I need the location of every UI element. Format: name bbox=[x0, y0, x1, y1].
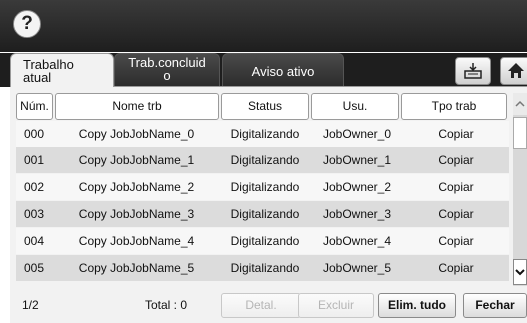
scroll-up-button[interactable] bbox=[513, 93, 527, 115]
cell-user: JobOwner_3 bbox=[322, 207, 392, 221]
table-row[interactable]: 003 Copy JobJobName_3 Digitalizando JobO… bbox=[16, 201, 509, 227]
cell-number: 003 bbox=[24, 207, 45, 221]
cell-status: Digitalizando bbox=[230, 261, 300, 275]
tab-current-jobs[interactable]: Trabalho atual bbox=[10, 53, 114, 87]
cell-user: JobOwner_4 bbox=[322, 234, 392, 248]
home-button[interactable] bbox=[500, 57, 527, 85]
page-indicator: 1/2 bbox=[22, 298, 39, 312]
tab-completed-jobs[interactable]: Trab.concluid o bbox=[114, 53, 220, 87]
detail-button[interactable]: Detal. bbox=[221, 293, 301, 318]
cell-status: Digitalizando bbox=[230, 180, 300, 194]
tab-label-line2: atual bbox=[23, 70, 52, 85]
chevron-down-icon bbox=[515, 269, 525, 276]
column-header-job-type[interactable]: Tpo trab bbox=[401, 93, 507, 120]
cell-number: 005 bbox=[24, 261, 45, 275]
scroll-down-button[interactable] bbox=[513, 259, 527, 285]
tab-label: Aviso ativo bbox=[251, 64, 315, 79]
help-button[interactable]: ? bbox=[13, 10, 41, 38]
cell-job-type: Copiar bbox=[438, 261, 474, 275]
cell-user: JobOwner_5 bbox=[322, 261, 392, 275]
home-icon bbox=[508, 63, 524, 78]
table-row[interactable]: 002 Copy JobJobName_2 Digitalizando JobO… bbox=[16, 174, 509, 200]
cell-job-name: Copy JobJobName_3 bbox=[78, 207, 195, 221]
cell-job-name: Copy JobJobName_5 bbox=[78, 261, 195, 275]
cell-status: Digitalizando bbox=[230, 153, 300, 167]
cell-job-type: Copiar bbox=[438, 153, 474, 167]
cell-number: 002 bbox=[24, 180, 45, 194]
top-bar bbox=[0, 0, 527, 52]
tray-icon bbox=[464, 63, 482, 79]
cell-status: Digitalizando bbox=[230, 207, 300, 221]
delete-all-button[interactable]: Elim. tudo bbox=[378, 293, 456, 318]
cell-job-type: Copiar bbox=[438, 234, 474, 248]
table-row[interactable]: 005 Copy JobJobName_5 Digitalizando JobO… bbox=[16, 255, 509, 281]
cell-job-name: Copy JobJobName_4 bbox=[78, 234, 195, 248]
total-count: Total : 0 bbox=[145, 298, 188, 312]
scrollbar-thumb[interactable] bbox=[513, 117, 527, 149]
column-header-status[interactable]: Status bbox=[221, 93, 309, 120]
tab-label-line2: o bbox=[163, 68, 171, 83]
column-header-job-name[interactable]: Nome trb bbox=[55, 93, 219, 120]
cell-user: JobOwner_2 bbox=[322, 180, 392, 194]
delete-button[interactable]: Excluir bbox=[298, 293, 374, 318]
column-header-number[interactable]: Núm. bbox=[16, 93, 53, 120]
cell-job-name: Copy JobJobName_0 bbox=[78, 127, 195, 141]
chevron-up-icon bbox=[515, 100, 525, 107]
table-row[interactable]: 000 Copy JobJobName_0 Digitalizando JobO… bbox=[16, 121, 509, 147]
cell-job-type: Copiar bbox=[438, 207, 474, 221]
cell-status: Digitalizando bbox=[230, 234, 300, 248]
table-row[interactable]: 004 Copy JobJobName_4 Digitalizando JobO… bbox=[16, 228, 509, 254]
close-button[interactable]: Fechar bbox=[463, 293, 527, 318]
cell-job-name: Copy JobJobName_1 bbox=[78, 153, 195, 167]
cell-number: 001 bbox=[24, 153, 45, 167]
cell-job-type: Copiar bbox=[438, 127, 474, 141]
cell-user: JobOwner_0 bbox=[322, 127, 392, 141]
column-header-user[interactable]: Usu. bbox=[311, 93, 399, 120]
tab-active-notice[interactable]: Aviso ativo bbox=[222, 53, 344, 87]
cell-user: JobOwner_1 bbox=[322, 153, 392, 167]
table-row[interactable]: 001 Copy JobJobName_1 Digitalizando JobO… bbox=[16, 147, 509, 173]
cell-number: 000 bbox=[24, 127, 45, 141]
tray-button[interactable] bbox=[455, 57, 491, 85]
cell-status: Digitalizando bbox=[230, 127, 300, 141]
cell-number: 004 bbox=[24, 234, 45, 248]
cell-job-type: Copiar bbox=[438, 180, 474, 194]
cell-job-name: Copy JobJobName_2 bbox=[78, 180, 195, 194]
